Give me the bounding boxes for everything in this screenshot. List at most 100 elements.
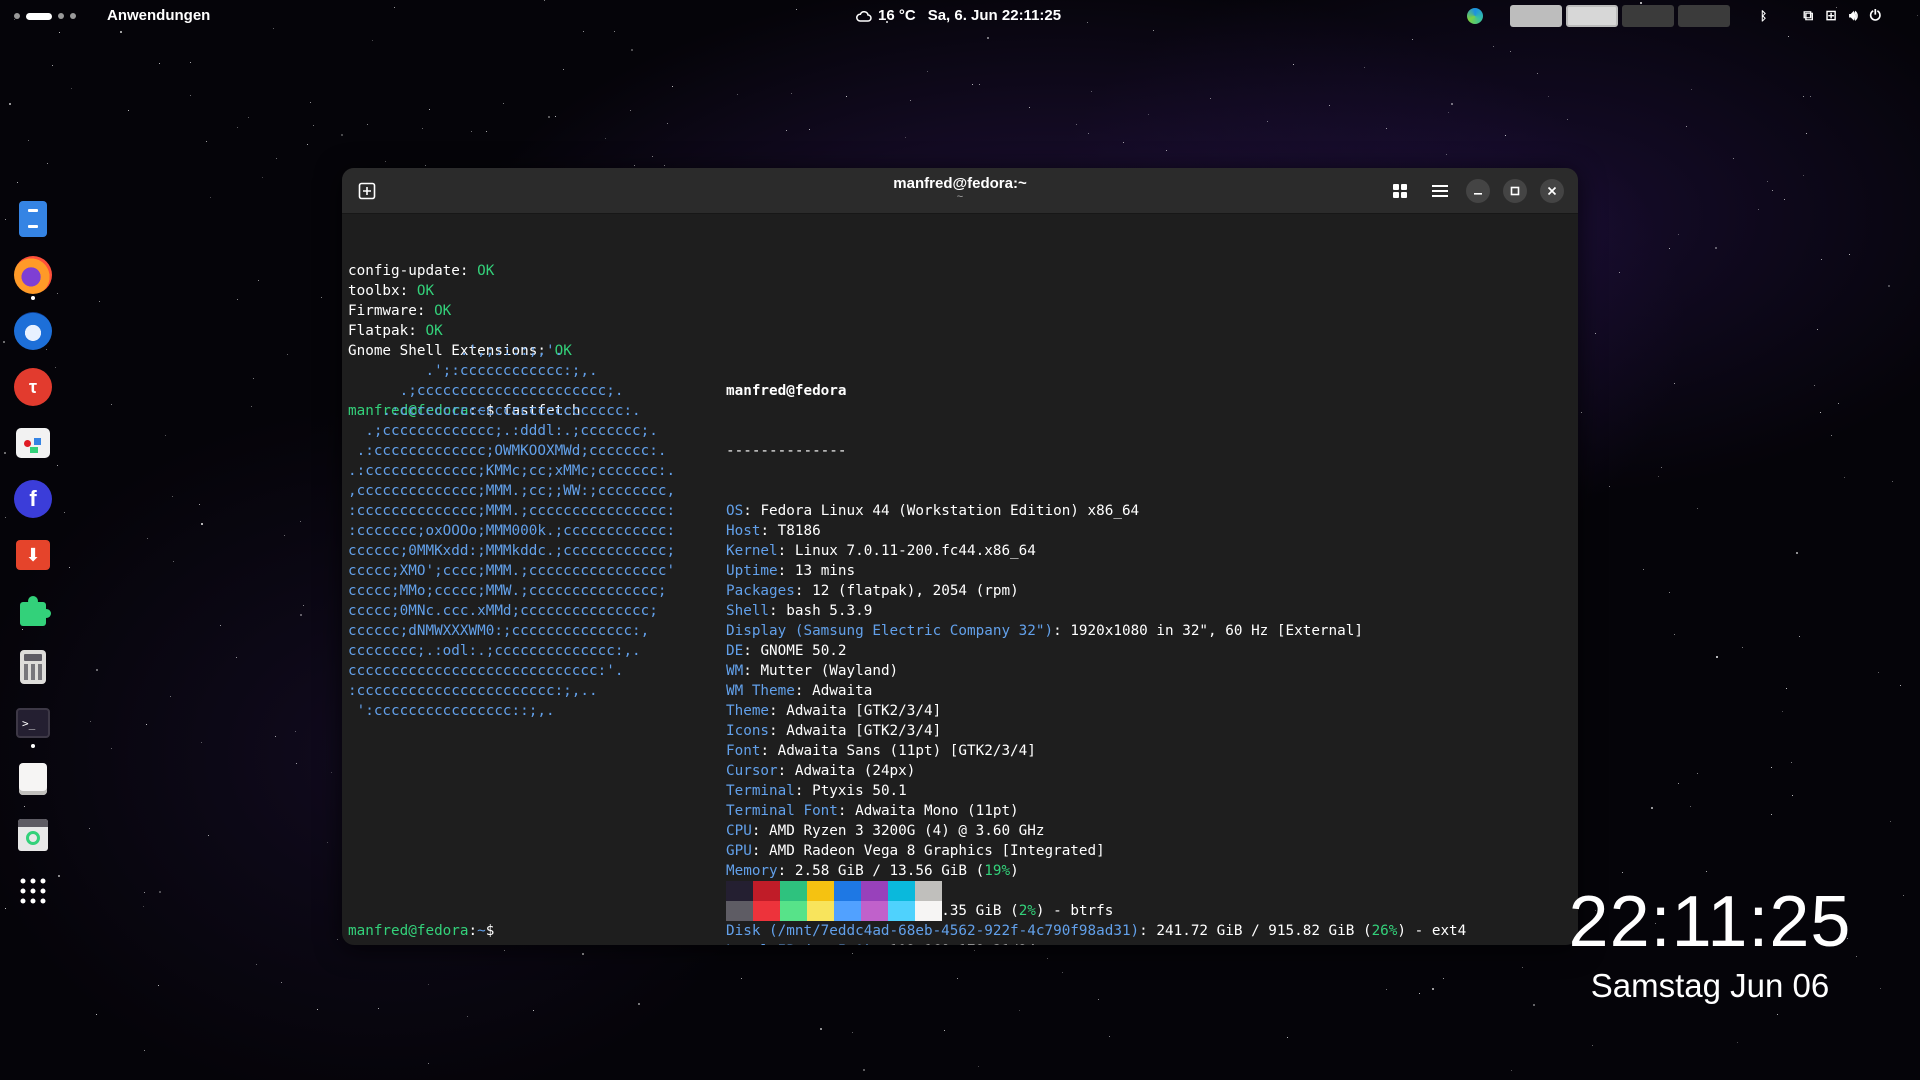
info-value: Adwaita (24px) [794,763,916,779]
top-bar: Anwendungen 16 °C Sa, 6. Jun 22:11:25 ᛒ … [0,0,1920,32]
dash-item-terminal[interactable]: >_ [10,700,56,746]
dash-item-text-editor[interactable] [10,756,56,802]
info-value: Adwaita [812,683,873,699]
palette-swatch [726,881,753,901]
info-key: OS [726,503,744,519]
palette-swatch [753,901,780,921]
terminal-output[interactable]: config-update: OK toolbx: OK Firmware: OK F… [348,221,1578,945]
palette-swatch [915,901,942,921]
dash-item-files[interactable] [10,196,56,242]
palette-row-normal [726,881,942,901]
maximize-icon [1510,186,1520,196]
info-row: Disk (/mnt/7eddc4ad-68eb-4562-922f-4c790… [726,921,1466,941]
workspace-thumbnail-1[interactable] [1510,5,1562,27]
dash-item-fedora-media[interactable]: f [10,476,56,522]
info-row: Theme: Adwaita [GTK2/3/4] [726,701,1466,721]
minimize-button[interactable] [1466,179,1490,203]
info-header-user: manfred@fedora [726,383,847,399]
system-tray[interactable]: ᛒ ⧉ ⊞ 🔊︎ ⏻ [1760,7,1881,24]
workspace-thumbnail-4[interactable] [1678,5,1730,27]
logo-line: .;cccccccccccccccccccccc;. [348,383,624,399]
info-row: CPU: AMD Ryzen 3 3200G (4) @ 3.60 GHz [726,821,1466,841]
info-percent: 2% [1018,903,1036,919]
grid-icon [1393,184,1407,198]
red-app-icon: τ [14,368,52,406]
status-label: Firmware: [348,303,435,319]
screen-share-icon[interactable]: ⧉ [1803,7,1813,24]
info-percent: 19% [984,863,1011,879]
applications-menu[interactable]: Anwendungen [107,7,210,24]
info-key: Display (Samsung Electric Company 32") [726,623,1054,639]
palette-swatch [861,901,888,921]
firefox-icon [14,256,52,294]
info-colon: : [872,943,889,945]
status-value: OK [416,283,435,299]
info-colon: : [837,803,856,819]
info-row: WM: Mutter (Wayland) [726,661,1466,681]
dash-item-downloader[interactable]: ⬇ [10,532,56,578]
info-colon: : [760,743,778,759]
workspace-thumbnail-2[interactable] [1566,5,1618,27]
logo-line: ccccccccccccccccccccccccccccc:'. [348,663,624,679]
info-percent: 26% [1371,923,1398,939]
info-row: Terminal Font: Adwaita Mono (11pt) [726,801,1466,821]
dash-item-thunderbird[interactable] [10,308,56,354]
workspace-thumbnail-3[interactable] [1622,5,1674,27]
workspace-thumbnails[interactable] [1510,5,1730,27]
terminal-window[interactable]: manfred@fedora:~ ~ config-update: OK tool… [342,168,1578,945]
dash-item-software[interactable] [10,420,56,466]
dash-item-trash[interactable] [10,812,56,858]
network-icon[interactable]: ⊞ [1825,7,1837,24]
minimize-icon [1474,193,1482,195]
palette-swatch [861,881,888,901]
logo-line: .:ccccccccccccc;OWMKOOXMWd;ccccccc:. [348,443,667,459]
bluetooth-icon[interactable]: ᛒ [1760,9,1767,23]
logo-line: .:cccccccccccccccccccccccccc:. [348,403,641,419]
volume-icon[interactable]: 🔊︎ [1849,7,1858,24]
terminal-icon: >_ [16,708,50,738]
info-row: Memory: 2.58 GiB / 13.56 GiB (19%) [726,861,1466,881]
desktop-clock-widget: 22:11:25 Samstag Jun 06 [1560,880,1860,1006]
logo-line: ':cccccccccccccccc::;,. [348,703,555,719]
hamburger-icon [1432,185,1448,197]
dash-item-firefox[interactable] [10,252,56,298]
window-headerbar[interactable]: manfred@fedora:~ ~ [342,168,1578,214]
app-grid-icon [20,878,46,904]
current-prompt-line[interactable]: manfred@fedora:~$ [348,921,503,941]
status-line: Firmware: OK [348,301,1578,321]
prompt-path: ~ [477,923,486,939]
dash-item-red-app[interactable]: τ [10,364,56,410]
edge-browser-icon[interactable] [1467,8,1483,24]
prompt-dollar: $ [485,923,503,939]
info-colon: : [794,683,813,699]
info-row: GPU: AMD Radeon Vega 8 Graphics [Integra… [726,841,1466,861]
logo-line: ccccc;XMO';cccc;MMM.;cccccccccccccccc' [348,563,676,579]
logo-line: cccccc;dNMWXXXWM0:;cccccccccccccc:, [348,623,650,639]
dash-item-calculator[interactable] [10,644,56,690]
info-key: Terminal [726,783,795,799]
power-icon[interactable]: ⏻ [1870,7,1881,24]
calculator-icon [20,650,46,684]
palette-swatch [780,901,807,921]
palette-swatch [915,881,942,901]
prompt-separator: : [468,923,478,939]
tab-overview-button[interactable] [1388,179,1412,203]
main-menu-button[interactable] [1428,179,1452,203]
date-time-menu[interactable]: 16 °C Sa, 6. Jun 22:11:25 [856,7,1061,24]
info-row: WM Theme: Adwaita [726,681,1466,701]
info-key: Kernel [726,543,778,559]
dash-item-extensions[interactable] [10,588,56,634]
close-button[interactable] [1540,179,1564,203]
info-value: 13 mins [794,563,856,579]
info-header-rule: -------------- [726,443,847,459]
fastfetch-info: manfred@fedora -------------- OS: Fedora… [726,341,1466,945]
show-apps-button[interactable] [10,868,56,914]
workspace-indicator[interactable] [14,10,76,22]
logo-line: ccccc;MMo;ccccc;MMW.;ccccccccccccccc; [348,583,667,599]
active-workspace-pill [26,12,52,20]
maximize-button[interactable] [1503,179,1527,203]
palette-swatch [888,881,915,901]
info-key: GPU [726,843,752,859]
status-label: toolbx: [348,283,417,299]
info-colon: : [751,823,770,839]
